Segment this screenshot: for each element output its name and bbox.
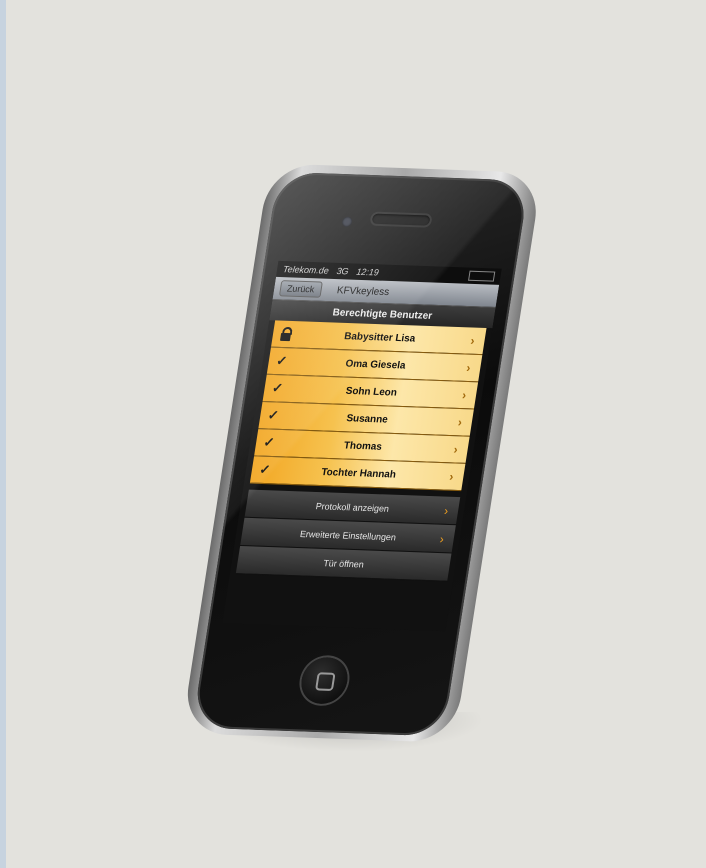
user-list: Babysitter Lisa › ✓ Oma Giesela › ✓ Sohn… — [249, 320, 487, 492]
phone-screen: Telekom.de 3G 12:19 Zurück KFVkeyless Be… — [222, 260, 502, 632]
open-door-label: Tür öffnen — [322, 557, 365, 570]
home-square-icon — [315, 672, 336, 692]
check-icon: ✓ — [262, 434, 276, 450]
user-name: Babysitter Lisa — [343, 330, 417, 345]
chevron-right-icon: › — [469, 333, 476, 348]
user-name: Oma Giesela — [344, 357, 407, 372]
check-icon: ✓ — [258, 461, 272, 478]
phone-front-glass: Telekom.de 3G 12:19 Zurück KFVkeyless Be… — [192, 171, 530, 737]
chevron-right-icon: › — [452, 442, 459, 457]
chevron-right-icon: › — [448, 469, 455, 484]
user-name: Susanne — [345, 412, 389, 426]
chevron-right-icon: › — [438, 531, 445, 546]
battery-icon — [468, 270, 496, 282]
chevron-right-icon: › — [465, 360, 472, 375]
front-camera — [341, 216, 353, 227]
time-label: 12:19 — [355, 266, 380, 278]
carrier-label: Telekom.de — [282, 264, 330, 276]
check-icon: ✓ — [266, 407, 280, 423]
chevron-right-icon: › — [456, 415, 464, 430]
user-name: Sohn Leon — [344, 385, 398, 399]
nav-title: KFVkeyless — [336, 284, 390, 298]
phone-device: Telekom.de 3G 12:19 Zurück KFVkeyless Be… — [181, 163, 543, 743]
back-button[interactable]: Zurück — [278, 280, 323, 298]
user-name: Thomas — [343, 439, 383, 453]
user-name: Tochter Hannah — [320, 466, 397, 481]
chevron-right-icon: › — [443, 503, 450, 518]
lock-icon — [272, 326, 300, 342]
network-label: 3G — [335, 265, 350, 277]
advanced-settings-label: Erweiterte Einstellungen — [299, 528, 397, 542]
protocol-label: Protokoll anzeigen — [315, 500, 390, 514]
action-list: Protokoll anzeigen › Erweiterte Einstell… — [235, 489, 461, 582]
check-icon: ✓ — [271, 380, 285, 396]
check-icon: ✓ — [275, 352, 289, 369]
earpiece-speaker — [371, 213, 431, 226]
home-button[interactable] — [298, 656, 351, 705]
chevron-right-icon: › — [461, 387, 468, 403]
product-scene: Telekom.de 3G 12:19 Zurück KFVkeyless Be… — [0, 0, 706, 868]
